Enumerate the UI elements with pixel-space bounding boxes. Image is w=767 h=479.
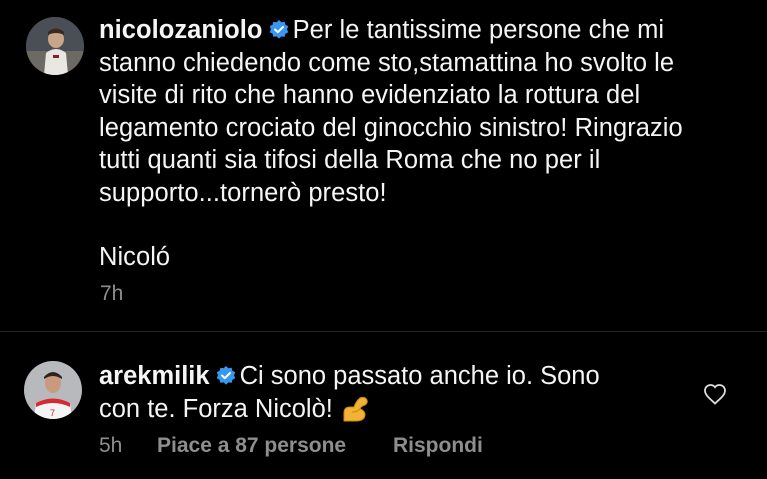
comment-meta: 5h Piace a 87 persone Rispondi [99, 434, 483, 458]
comment-line: con te. Forza Nicolò! [99, 394, 333, 423]
caption-line: supporto...tornerò presto! [99, 178, 387, 207]
flexed-biceps-icon [343, 396, 368, 421]
caption-text: nicolozaniolo Per le tantissime persone … [99, 14, 729, 274]
username[interactable]: nicolozaniolo [99, 16, 263, 44]
verified-badge-icon [269, 20, 288, 39]
avatar-arekmilik[interactable]: 7 [24, 361, 82, 419]
caption-line: stanno chiedendo come sto,stamattina ho … [99, 48, 675, 77]
avatar-nicolozaniolo[interactable] [26, 17, 84, 75]
post-timestamp: 7h [100, 282, 124, 305]
comment-username[interactable]: arekmilik [99, 362, 210, 390]
likes-count-link[interactable]: Piace a 87 persone [157, 434, 393, 458]
verified-badge-icon [216, 366, 235, 385]
comment-text: arekmilik Ci sono passato anche io. Sono… [99, 360, 659, 425]
caption-line: visite di rito che hanno evidenziato la … [99, 81, 641, 109]
caption-line: legamento crociato del ginocchio sinistr… [99, 113, 683, 142]
caption-line: Per le tantissime persone che mi [292, 16, 665, 44]
caption-signature: Nicoló [99, 243, 171, 271]
svg-text:7: 7 [50, 408, 55, 418]
comment-line: Ci sono passato anche io. Sono [239, 362, 600, 390]
like-heart-icon[interactable] [703, 383, 727, 405]
caption-line: tutti quanti sia tifosi della Roma che n… [99, 146, 601, 174]
reply-button[interactable]: Rispondi [393, 434, 483, 458]
comment-timestamp: 5h [99, 434, 123, 457]
divider [0, 331, 767, 332]
